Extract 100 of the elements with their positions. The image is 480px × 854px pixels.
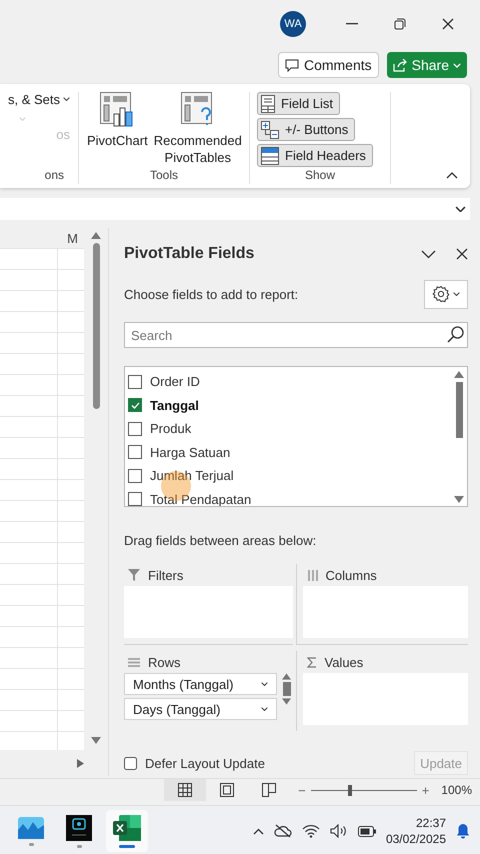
time-text: 22:37 xyxy=(416,815,446,831)
field-item[interactable]: Tanggal xyxy=(128,394,451,417)
field-item[interactable]: Harga Satuan xyxy=(128,440,451,464)
group-label: Show xyxy=(304,168,336,184)
filter-icon xyxy=(128,569,140,581)
date-text: 03/02/2025 xyxy=(386,831,446,847)
minimize-icon xyxy=(346,23,358,25)
chevron-up-icon xyxy=(446,172,458,179)
scrollbar-thumb[interactable] xyxy=(92,243,100,409)
checkbox[interactable] xyxy=(128,468,142,483)
volume-icon[interactable] xyxy=(330,824,348,838)
chevron-down-icon xyxy=(453,62,461,68)
expand-collapse-icon xyxy=(261,120,279,138)
rows-icon xyxy=(128,658,140,666)
area-field-dropdown[interactable]: Days (Tanggal) xyxy=(124,698,276,720)
recommended-pivottables-button[interactable]: Recommended PivotTables xyxy=(152,92,244,168)
pane-title: PivotTable Fields xyxy=(124,245,256,263)
scroll-up-icon[interactable] xyxy=(91,232,101,239)
checkbox[interactable] xyxy=(124,756,137,770)
area-label: Rows xyxy=(148,654,181,670)
scroll-up-icon[interactable] xyxy=(282,673,291,680)
close-icon xyxy=(456,248,468,260)
page-break-icon xyxy=(262,783,276,797)
share-icon xyxy=(392,58,408,72)
chevron-down-icon xyxy=(421,250,436,258)
scrollbar-thumb[interactable] xyxy=(282,682,290,696)
field-name: Tanggal xyxy=(150,398,199,413)
pivotchart-button[interactable]: PivotChart xyxy=(85,92,150,168)
scrollbar-thumb[interactable] xyxy=(456,382,462,438)
pane-options-button[interactable] xyxy=(421,250,436,258)
toggle-button[interactable]: Field List xyxy=(257,92,340,115)
zoom-out-button[interactable]: − xyxy=(298,782,306,798)
defer-layout-checkbox[interactable]: Defer Layout Update xyxy=(124,756,414,770)
wifi-icon[interactable] xyxy=(302,824,320,838)
chevron-down-icon xyxy=(260,706,268,712)
scroll-down-icon[interactable] xyxy=(454,496,464,503)
scroll-down-icon[interactable] xyxy=(91,737,101,744)
page-icon xyxy=(220,783,234,797)
gear-icon xyxy=(432,285,450,303)
field-name: Produk xyxy=(150,421,192,436)
search-icon xyxy=(447,326,464,343)
toggle-button[interactable]: +/- Buttons xyxy=(257,118,356,141)
chevron-down-icon xyxy=(63,97,70,102)
close-icon xyxy=(442,18,454,30)
chevron-down-icon xyxy=(19,117,26,121)
ribbon-command[interactable]: s, & Sets xyxy=(8,92,70,107)
normal-view-button[interactable] xyxy=(164,779,206,801)
pivot-chart-icon xyxy=(100,92,134,128)
field-headers-icon xyxy=(261,146,279,164)
cloud-off-icon[interactable] xyxy=(274,824,292,838)
columns-icon xyxy=(306,570,318,580)
chevron-down-icon xyxy=(453,292,460,296)
checkbox[interactable] xyxy=(128,492,142,506)
instruction-text: Drag fields between areas below: xyxy=(124,533,318,548)
checkbox[interactable] xyxy=(128,445,142,460)
photos-app-icon[interactable] xyxy=(18,816,44,838)
checkmark-icon xyxy=(130,402,140,409)
close-pane-button[interactable] xyxy=(456,248,468,260)
area-field-dropdown[interactable]: Months (Tanggal) xyxy=(124,673,276,695)
comments-button[interactable]: Comments xyxy=(278,52,379,78)
field-list-icon xyxy=(261,94,275,112)
battery-icon[interactable] xyxy=(358,826,376,836)
share-button[interactable]: Share xyxy=(386,52,467,78)
zoom-in-button[interactable]: + xyxy=(422,782,430,798)
comment-icon xyxy=(284,58,299,72)
chevron-down-icon xyxy=(260,682,268,686)
instruction-text: Choose fields to add to report: xyxy=(124,286,300,302)
area-label: Columns xyxy=(326,568,377,582)
clock[interactable]: 22:37 03/02/2025 xyxy=(386,815,446,847)
field-item[interactable]: Jumlah Terjual xyxy=(128,464,451,488)
table-question-icon xyxy=(180,92,215,128)
scroll-right-icon[interactable] xyxy=(77,758,84,768)
settings-button[interactable] xyxy=(424,280,468,308)
field-name: Order ID xyxy=(150,374,200,390)
checkbox[interactable] xyxy=(128,374,142,389)
show-hidden-icons-icon[interactable] xyxy=(252,828,264,834)
restore-icon xyxy=(394,18,406,30)
chevron-down-icon xyxy=(455,206,466,212)
scroll-down-icon[interactable] xyxy=(282,698,291,705)
user-avatar[interactable]: WA xyxy=(280,11,306,37)
field-item[interactable]: Produk xyxy=(128,417,451,440)
zoom-level[interactable]: 100% xyxy=(441,783,472,797)
slider-thumb[interactable] xyxy=(348,784,352,796)
sigma-icon xyxy=(306,656,316,668)
checkbox[interactable] xyxy=(128,398,142,412)
area-label: Filters xyxy=(148,568,184,582)
search-field[interactable]: Search xyxy=(124,322,468,348)
area-label: Values xyxy=(324,654,364,670)
field-item[interactable]: Order ID xyxy=(128,370,451,394)
group-label: ons xyxy=(44,168,65,184)
field-name: Harga Satuan xyxy=(150,444,230,460)
grid-icon xyxy=(178,783,192,797)
bell-icon[interactable] xyxy=(456,823,470,839)
field-name: Jumlah Terjual xyxy=(150,468,234,484)
toggle-button[interactable]: Field Headers xyxy=(257,144,373,167)
scroll-up-icon[interactable] xyxy=(454,371,464,378)
screen-recorder-app-icon[interactable] xyxy=(66,814,92,840)
column-header[interactable]: M xyxy=(0,228,88,248)
excel-app-icon[interactable] xyxy=(113,814,141,840)
checkbox[interactable] xyxy=(128,422,142,436)
